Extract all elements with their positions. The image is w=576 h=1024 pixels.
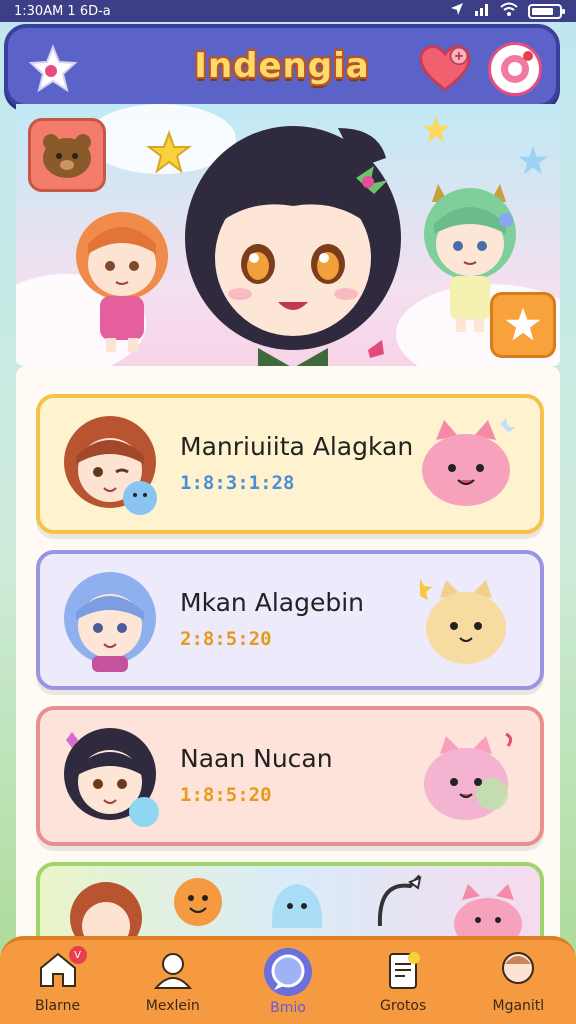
conversation-list: Manriuiita Alagkan 1:8:3:1:28 Mkan Alage… xyxy=(16,366,560,972)
notification-badge: V xyxy=(68,946,87,964)
nav-avatar[interactable]: Mganitl xyxy=(468,950,568,1014)
timestamp: 2:8:5:20 xyxy=(180,628,272,650)
cat-pet-icon xyxy=(414,572,518,672)
profile-icon xyxy=(152,950,194,994)
nav-profile[interactable]: Mexlein xyxy=(123,950,223,1014)
character-orange-girl xyxy=(68,204,176,358)
star-badge-icon[interactable] xyxy=(26,42,80,96)
timestamp: 1:8:5:20 xyxy=(180,784,272,806)
nav-chat[interactable]: Bmio xyxy=(238,948,338,1016)
list-item[interactable]: Mkan Alagebin 2:8:5:20 xyxy=(36,550,544,690)
signal-icon xyxy=(474,2,490,20)
pink-cat-pet-icon xyxy=(414,416,518,516)
sticker-ghost-icon xyxy=(266,878,328,934)
home-icon: V xyxy=(37,946,87,994)
wifi-icon xyxy=(500,2,518,20)
avatar-icon xyxy=(497,950,539,994)
nav-label: Grotos xyxy=(380,998,427,1014)
status-icons xyxy=(450,2,565,20)
rainbow-cat-pet-icon xyxy=(414,728,518,828)
bear-badge-icon[interactable] xyxy=(28,118,106,192)
character-avatar xyxy=(60,412,164,516)
sticker-swirl-icon xyxy=(370,872,428,934)
hero-banner xyxy=(16,104,560,366)
star-icon xyxy=(420,114,452,150)
status-bar: 1:30AM 1 6D-a xyxy=(0,0,576,22)
navigation-icon xyxy=(450,2,464,20)
heart-icon[interactable] xyxy=(418,42,472,96)
character-main-girl xyxy=(178,118,408,366)
battery-icon xyxy=(528,3,565,19)
character-avatar xyxy=(60,568,164,672)
nav-label: Bmio xyxy=(270,1000,306,1016)
favorite-star-button[interactable] xyxy=(490,292,556,358)
chat-icon xyxy=(263,948,312,996)
sticker-orange-face-icon xyxy=(172,876,224,932)
gear-icon[interactable] xyxy=(488,42,542,96)
nav-label: Blarne xyxy=(35,998,81,1014)
nav-documents[interactable]: Grotos xyxy=(353,950,453,1014)
list-item[interactable]: Manriuiita Alagkan 1:8:3:1:28 xyxy=(36,394,544,534)
document-icon xyxy=(382,950,424,994)
nav-label: Mganitl xyxy=(492,998,545,1014)
app-title: Indengia xyxy=(194,46,370,86)
status-time: 1:30AM 1 6D-a xyxy=(14,3,111,19)
bottom-navigation: V Blarne Mexlein Bmio Grotos Mganitl xyxy=(0,936,576,1024)
contact-name: Mkan Alagebin xyxy=(180,588,364,617)
nav-label: Mexlein xyxy=(145,998,200,1014)
app-header: Indengia xyxy=(4,24,560,108)
list-item[interactable]: Naan Nucan 1:8:5:20 xyxy=(36,706,544,846)
character-avatar xyxy=(60,724,164,828)
contact-name: Manriuiita Alagkan xyxy=(180,432,414,461)
contact-name: Naan Nucan xyxy=(180,744,333,773)
timestamp: 1:8:3:1:28 xyxy=(180,472,295,494)
nav-home[interactable]: V Blarne xyxy=(8,946,108,1014)
